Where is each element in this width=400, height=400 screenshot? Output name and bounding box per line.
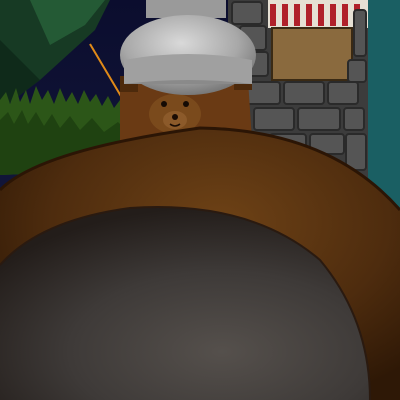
bear-nose [172,114,178,120]
bear-eye-left [161,101,167,107]
game-viewport[interactable] [0,0,400,400]
cooking-pot[interactable] [0,126,400,400]
tower-window [272,28,352,80]
bear-eye-right [183,101,189,107]
scene-canvas [0,0,400,400]
